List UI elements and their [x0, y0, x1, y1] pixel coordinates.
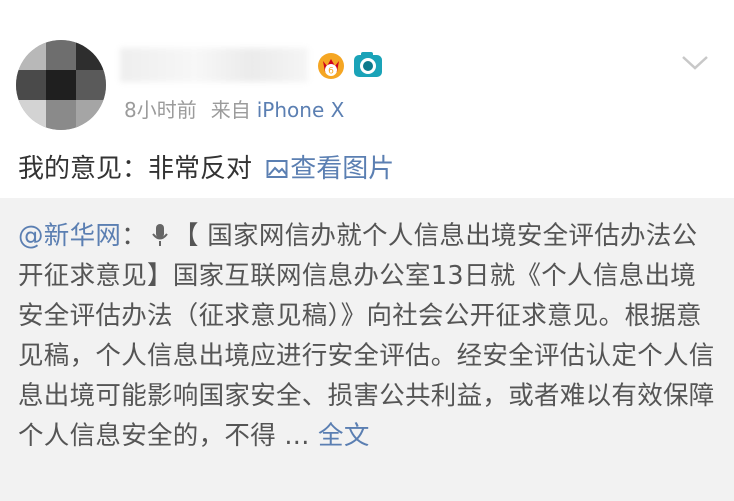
- post-device-link[interactable]: iPhone X: [257, 98, 345, 122]
- microphone-icon: [152, 224, 168, 246]
- full-text-link[interactable]: 全文: [318, 421, 370, 451]
- chevron-down-icon[interactable]: [680, 52, 710, 74]
- username-blurred[interactable]: [120, 48, 308, 82]
- picture-icon: [266, 160, 288, 178]
- post-text-body: 我的意见：非常反对: [18, 154, 253, 184]
- avatar[interactable]: [16, 40, 106, 130]
- view-image-label: 查看图片: [290, 154, 395, 184]
- crown-badge-icon: 6: [318, 53, 344, 79]
- post-header: 6 8小时前 来自 iPhone X: [0, 0, 734, 130]
- post-text: 我的意见：非常反对 查看图片: [18, 148, 394, 185]
- post-meta: 8小时前 来自 iPhone X: [124, 94, 344, 123]
- view-image-link[interactable]: 查看图片: [260, 154, 394, 184]
- post-source-prefix: 来自: [210, 98, 251, 122]
- svg-text:6: 6: [328, 67, 334, 77]
- repost-text: @新华网：【 国家网信办就个人信息出境安全评估办法公开征求意见】国家互联网信息办…: [18, 216, 718, 456]
- post-time: 8小时前: [124, 98, 197, 122]
- camera-badge-icon: [354, 52, 382, 77]
- repost-card[interactable]: @新华网：【 国家网信办就个人信息出境安全评估办法公开征求意见】国家互联网信息办…: [0, 198, 734, 501]
- repost-colon: ：: [121, 221, 148, 251]
- repost-mention-link[interactable]: @新华网: [18, 221, 121, 251]
